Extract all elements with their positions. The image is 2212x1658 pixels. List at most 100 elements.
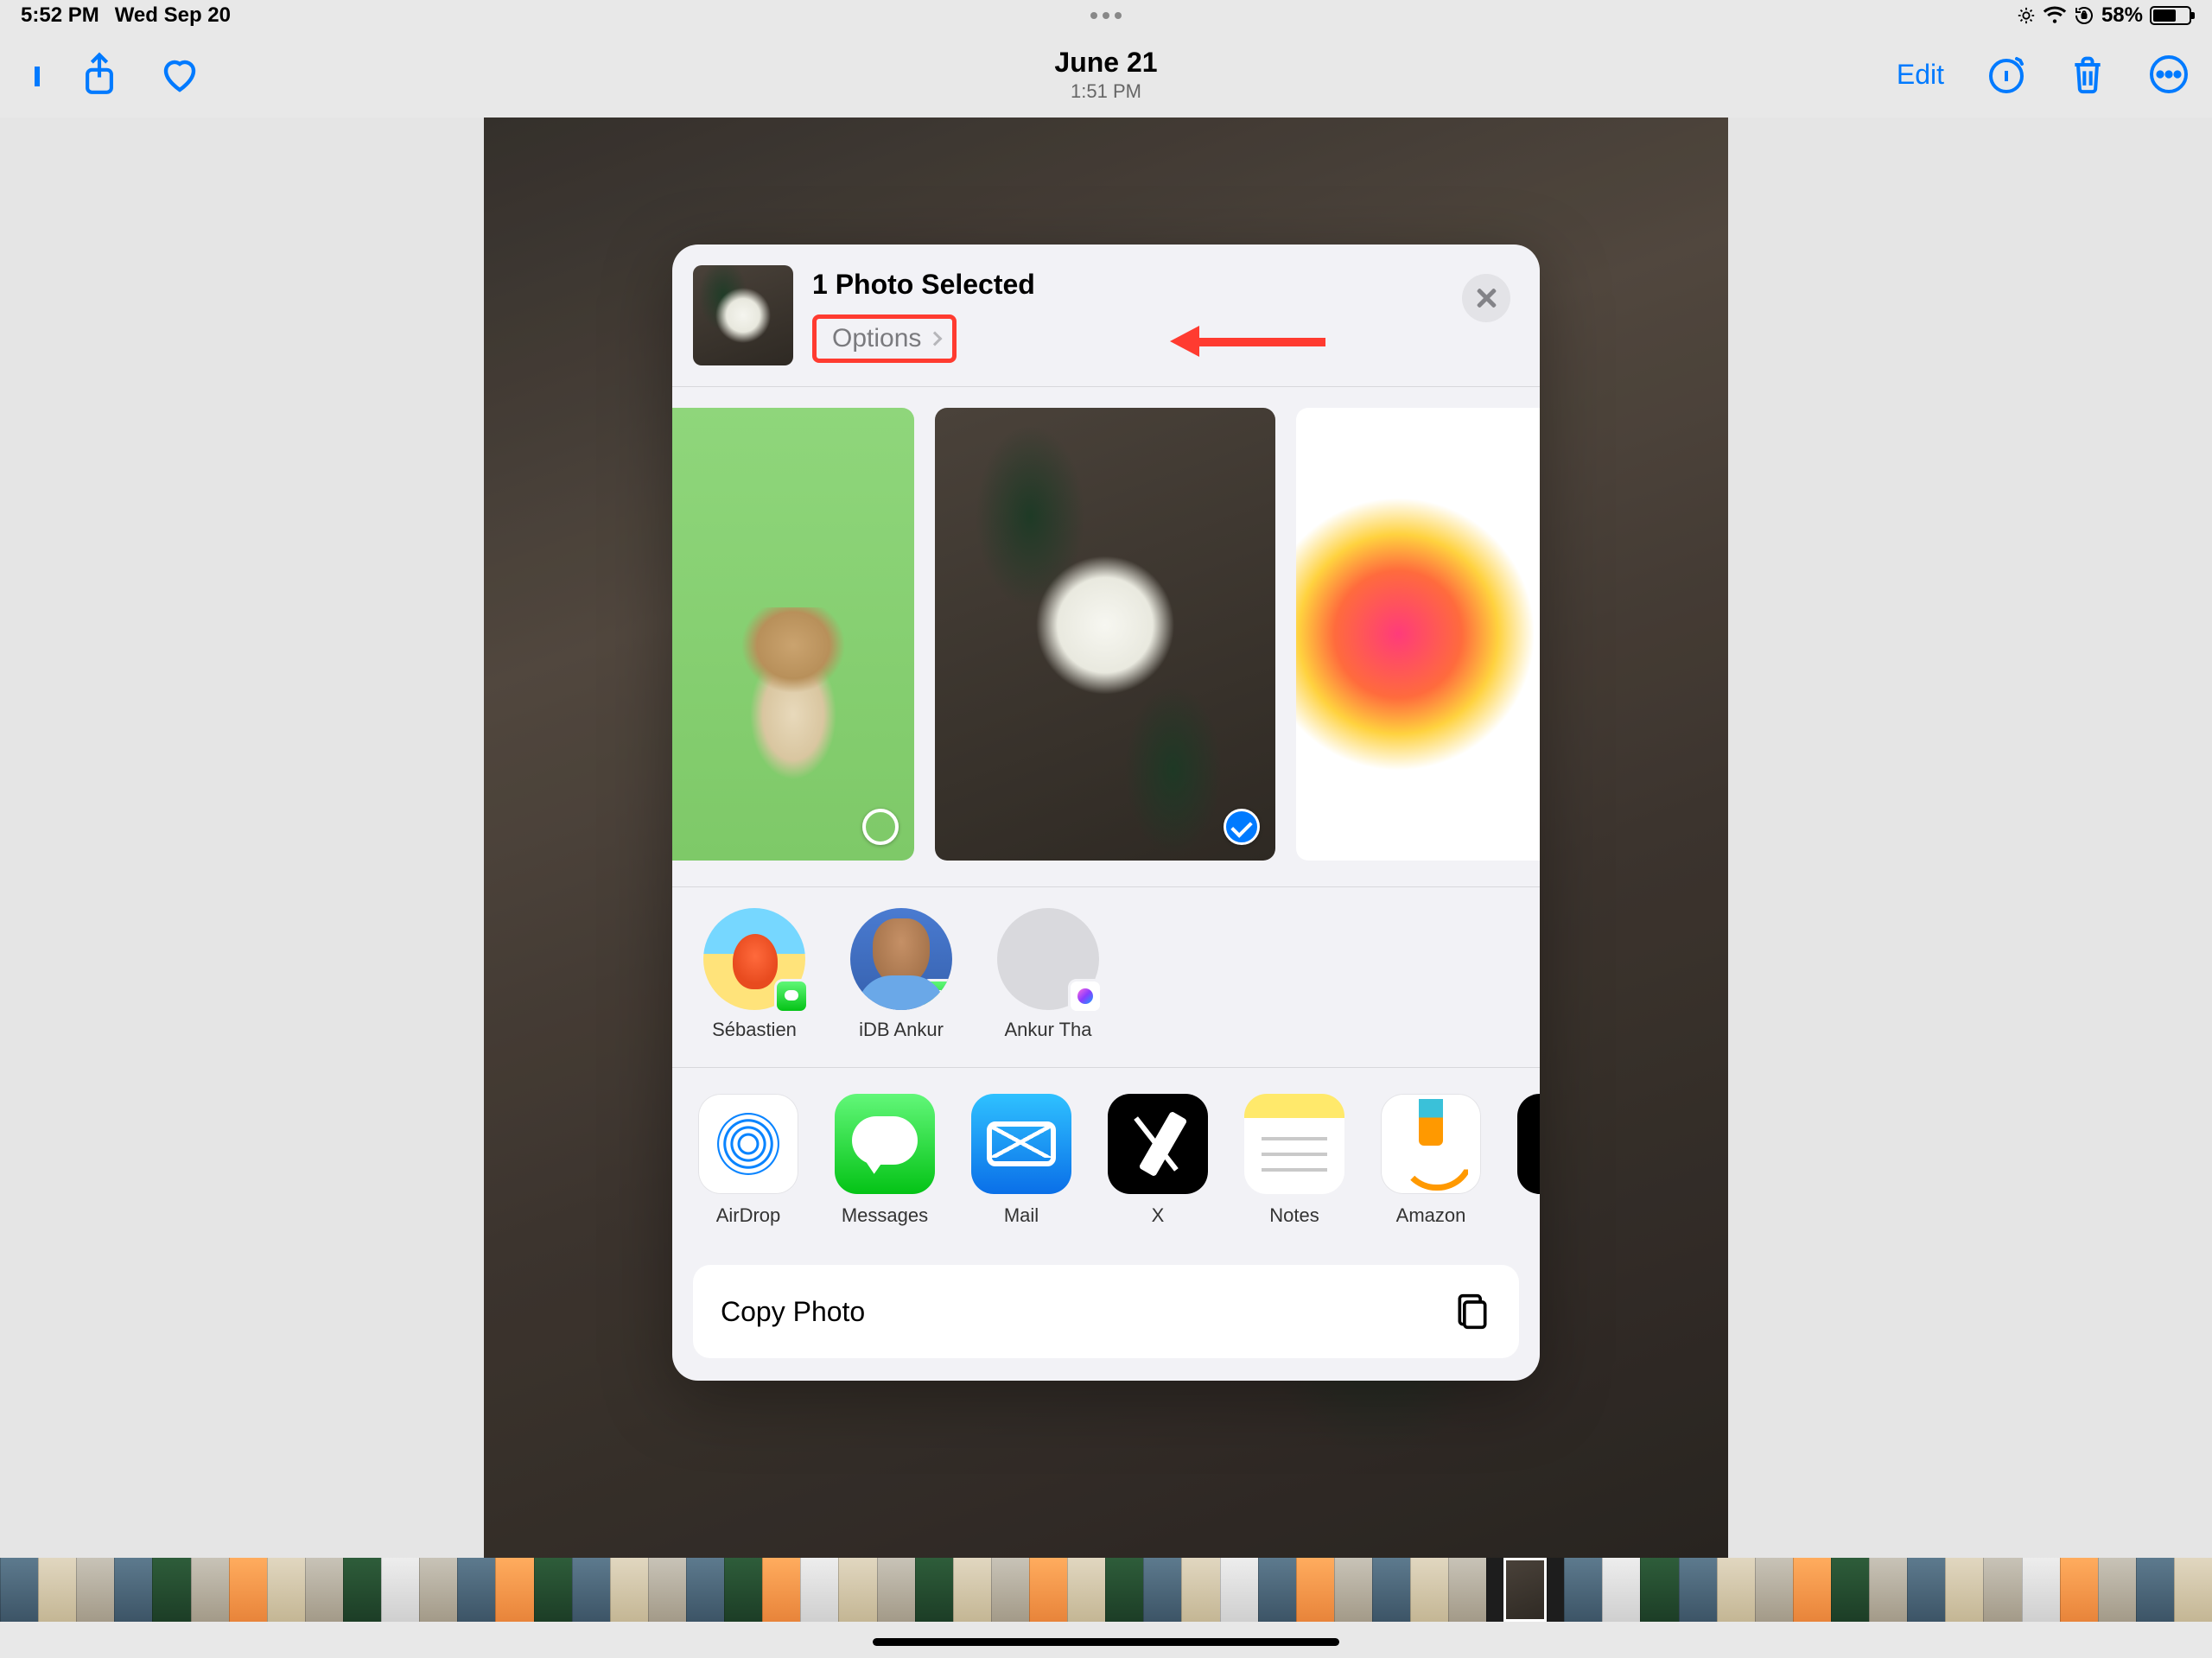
thumbnail[interactable] xyxy=(457,1558,495,1622)
multitask-dots[interactable] xyxy=(1090,12,1122,19)
thumbnail[interactable] xyxy=(1410,1558,1448,1622)
share-app-messages[interactable]: Messages xyxy=(835,1094,935,1227)
orientation-lock-icon xyxy=(2074,5,2094,26)
thumbnail[interactable] xyxy=(1296,1558,1334,1622)
thumbnail[interactable] xyxy=(1793,1558,1831,1622)
thumbnail-selected[interactable] xyxy=(1503,1558,1547,1622)
thumbnail[interactable] xyxy=(1564,1558,1602,1622)
thumbnail[interactable] xyxy=(610,1558,648,1622)
thumbnail[interactable] xyxy=(1869,1558,1907,1622)
carousel-photo[interactable] xyxy=(935,408,1275,861)
thumbnail[interactable] xyxy=(1602,1558,1640,1622)
thumbnail[interactable] xyxy=(191,1558,229,1622)
action-list: Copy Photo xyxy=(672,1248,1540,1381)
info-button[interactable] xyxy=(1986,54,2027,95)
thumbnail[interactable] xyxy=(991,1558,1029,1622)
thumbnail[interactable] xyxy=(1907,1558,1945,1622)
more-button[interactable] xyxy=(2148,54,2190,95)
photo-carousel[interactable] xyxy=(672,387,1540,886)
thumbnail[interactable] xyxy=(1029,1558,1067,1622)
home-indicator[interactable] xyxy=(873,1638,1339,1646)
thumbnail[interactable] xyxy=(648,1558,686,1622)
favorite-button[interactable] xyxy=(159,55,200,93)
battery-icon xyxy=(2150,6,2191,25)
thumbnail[interactable] xyxy=(1105,1558,1143,1622)
thumbnail[interactable] xyxy=(838,1558,876,1622)
contact-name: Sébastien xyxy=(698,1019,810,1041)
share-button[interactable] xyxy=(81,52,118,97)
notes-icon xyxy=(1244,1094,1344,1194)
thumbnail[interactable] xyxy=(267,1558,305,1622)
share-contact[interactable]: Sébastien xyxy=(698,908,810,1041)
thumbnail[interactable] xyxy=(2136,1558,2174,1622)
share-app-notes[interactable]: Notes xyxy=(1244,1094,1344,1227)
share-app-mail[interactable]: Mail xyxy=(971,1094,1071,1227)
options-button[interactable]: Options xyxy=(812,314,957,363)
thumbnail[interactable] xyxy=(915,1558,953,1622)
annotation-arrow xyxy=(1170,326,1325,357)
thumbnail[interactable] xyxy=(762,1558,800,1622)
selection-ring-icon[interactable] xyxy=(862,809,899,845)
thumbnail[interactable] xyxy=(686,1558,724,1622)
thumbnail[interactable] xyxy=(1258,1558,1296,1622)
thumbnail[interactable] xyxy=(1486,1558,1503,1622)
share-app-amazon[interactable]: Amazon xyxy=(1381,1094,1481,1227)
thumbnail[interactable] xyxy=(1181,1558,1219,1622)
thumbnail[interactable] xyxy=(38,1558,76,1622)
contacts-row: Sébastien iDB Ankur Ankur Tha xyxy=(672,887,1540,1067)
thumbnail[interactable] xyxy=(1679,1558,1717,1622)
thumbnail-strip[interactable] xyxy=(0,1558,2212,1622)
thumbnail[interactable] xyxy=(1143,1558,1181,1622)
thumbnail[interactable] xyxy=(343,1558,381,1622)
thumbnail[interactable] xyxy=(1372,1558,1410,1622)
thumbnail[interactable] xyxy=(1717,1558,1755,1622)
thumbnail[interactable] xyxy=(877,1558,915,1622)
carousel-photo[interactable] xyxy=(672,408,914,861)
share-app-airdrop[interactable]: AirDrop xyxy=(698,1094,798,1227)
edit-button[interactable]: Edit xyxy=(1897,59,1944,91)
thumbnail[interactable] xyxy=(381,1558,419,1622)
thumbnail[interactable] xyxy=(1220,1558,1258,1622)
action-copy-photo[interactable]: Copy Photo xyxy=(693,1265,1519,1358)
thumbnail[interactable] xyxy=(2060,1558,2098,1622)
thumbnail[interactable] xyxy=(724,1558,762,1622)
x-icon xyxy=(1108,1094,1208,1194)
thumbnail[interactable] xyxy=(2022,1558,2060,1622)
thumbnail[interactable] xyxy=(1448,1558,1486,1622)
messages-badge-icon xyxy=(921,979,952,1010)
thumbnail[interactable] xyxy=(419,1558,457,1622)
delete-button[interactable] xyxy=(2069,53,2107,96)
share-app-x[interactable]: X xyxy=(1108,1094,1208,1227)
thumbnail[interactable] xyxy=(1067,1558,1105,1622)
selection-check-icon[interactable] xyxy=(1224,809,1260,845)
thumbnail[interactable] xyxy=(0,1558,38,1622)
thumbnail[interactable] xyxy=(800,1558,838,1622)
thumbnail[interactable] xyxy=(1334,1558,1372,1622)
share-contact[interactable]: iDB Ankur xyxy=(845,908,957,1041)
thumbnail[interactable] xyxy=(953,1558,991,1622)
thumbnail[interactable] xyxy=(1547,1558,1564,1622)
thumbnail[interactable] xyxy=(1755,1558,1793,1622)
close-icon xyxy=(1476,288,1497,308)
thumbnail[interactable] xyxy=(572,1558,610,1622)
thumbnail[interactable] xyxy=(1945,1558,1983,1622)
thumbnail[interactable] xyxy=(534,1558,572,1622)
thumbnail[interactable] xyxy=(1640,1558,1678,1622)
thumbnail[interactable] xyxy=(229,1558,267,1622)
thumbnail[interactable] xyxy=(2098,1558,2136,1622)
wifi-icon xyxy=(2043,6,2067,25)
thumbnail[interactable] xyxy=(305,1558,343,1622)
share-contact[interactable]: Ankur Tha xyxy=(992,908,1104,1041)
carousel-photo[interactable] xyxy=(1296,408,1540,861)
thumbnail[interactable] xyxy=(1831,1558,1869,1622)
thumbnail[interactable] xyxy=(152,1558,190,1622)
thumbnail[interactable] xyxy=(114,1558,152,1622)
close-button[interactable] xyxy=(1462,274,1510,322)
thumbnail[interactable] xyxy=(76,1558,114,1622)
thumbnail[interactable] xyxy=(1983,1558,2021,1622)
thumbnail[interactable] xyxy=(495,1558,533,1622)
back-button[interactable] xyxy=(35,67,40,82)
share-app-threads[interactable]: Th xyxy=(1517,1094,1540,1227)
status-bar: 5:52 PM Wed Sep 20 58% xyxy=(0,0,2212,31)
thumbnail[interactable] xyxy=(2174,1558,2212,1622)
